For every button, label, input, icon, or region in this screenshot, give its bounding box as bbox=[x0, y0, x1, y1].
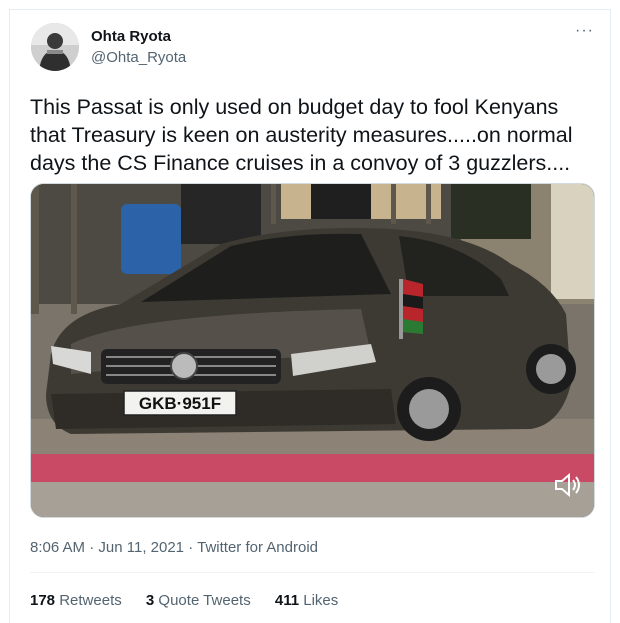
tweet-metadata: 8:06 AM · Jun 11, 2021 · Twitter for And… bbox=[30, 539, 318, 556]
quote-tweets-stat[interactable]: 3 Quote Tweets bbox=[146, 592, 251, 609]
retweets-label: Retweets bbox=[59, 592, 122, 609]
more-options-icon[interactable]: ··· bbox=[575, 22, 594, 40]
divider bbox=[30, 572, 595, 573]
license-plate: GKB·951F bbox=[139, 394, 221, 413]
likes-stat[interactable]: 411 Likes bbox=[275, 592, 338, 609]
quotes-count: 3 bbox=[145, 592, 155, 609]
author-name[interactable]: Ohta Ryota bbox=[91, 28, 171, 45]
quotes-label: Quote Tweets bbox=[158, 592, 251, 609]
car-photo: GKB·951F bbox=[31, 184, 594, 517]
author-handle[interactable]: @Ohta_Ryota bbox=[91, 49, 186, 66]
tweet-text: This Passat is only used on budget day t… bbox=[30, 95, 573, 175]
tweet-card: Ohta Ryota @Ohta_Ryota ··· This Passat i… bbox=[9, 9, 611, 623]
retweets-count: 178 bbox=[30, 592, 56, 609]
tweet-source[interactable]: Twitter for Android bbox=[197, 539, 318, 556]
speaker-icon[interactable] bbox=[550, 467, 586, 503]
tweet-time[interactable]: 8:06 AM bbox=[30, 539, 85, 556]
avatar[interactable] bbox=[31, 23, 79, 71]
avatar-image bbox=[31, 23, 79, 71]
meta-separator: · bbox=[188, 539, 194, 556]
meta-separator: · bbox=[89, 539, 95, 556]
tweet-stats: 178 Retweets 3 Quote Tweets 411 Likes bbox=[30, 592, 358, 609]
retweets-stat[interactable]: 178 Retweets bbox=[30, 592, 122, 609]
likes-count: 411 bbox=[274, 592, 300, 609]
tweet-media-video[interactable]: GKB·951F bbox=[30, 183, 595, 518]
tweet-date[interactable]: Jun 11, 2021 bbox=[98, 539, 184, 556]
likes-label: Likes bbox=[303, 592, 339, 609]
